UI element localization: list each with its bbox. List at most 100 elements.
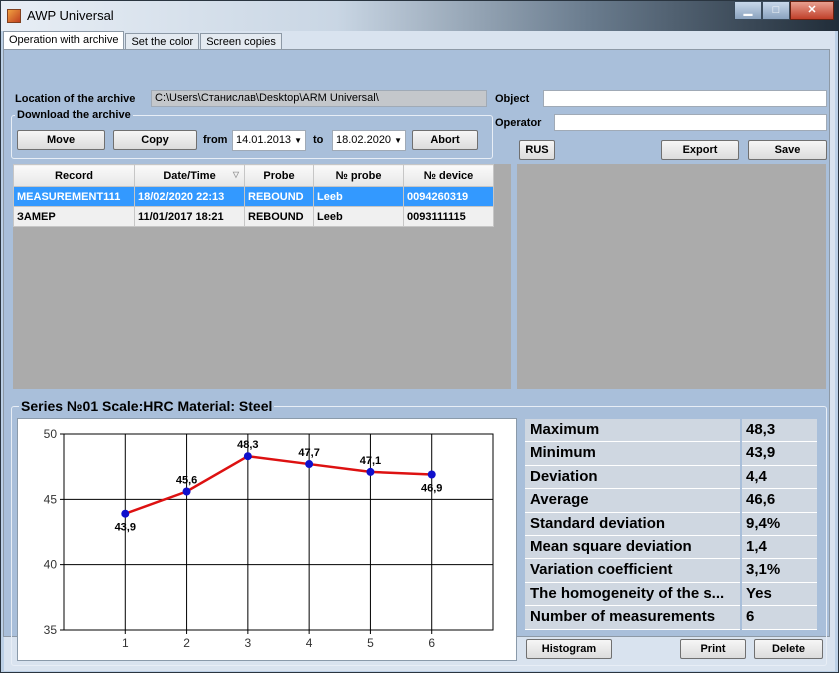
data-label: 43,9	[115, 522, 136, 534]
operator-field[interactable]	[554, 114, 827, 131]
print-button[interactable]: Print	[680, 639, 746, 659]
x-tick-label: 4	[306, 636, 313, 650]
series-title: Series №01 Scale:HRC Material: Steel	[19, 398, 275, 414]
stat-row: Standard deviation 9,4%	[525, 512, 817, 536]
data-point	[121, 509, 130, 518]
stat-row: Variation coefficient 3,1%	[525, 559, 817, 583]
stat-value: 46,6	[742, 489, 817, 513]
stat-value: 9,4%	[742, 512, 817, 536]
stat-row: Mean square deviation 1,4	[525, 535, 817, 560]
data-point	[305, 460, 314, 469]
table-row[interactable]: ЗАМЕР 11/01/2017 18:21 REBOUND Leeb 0093…	[13, 206, 494, 227]
records-grid: Record Date/Time ▽ Probe № probe № devic…	[13, 164, 511, 389]
cell-probe-number: Leeb	[313, 186, 404, 207]
stat-label: Minimum	[525, 442, 740, 466]
data-label: 45,6	[176, 474, 197, 486]
to-label: to	[313, 134, 324, 146]
cell-record: ЗАМЕР	[13, 206, 135, 227]
cell-device-number: 0094260319	[403, 186, 494, 207]
close-button[interactable]: ✕	[790, 1, 834, 20]
location-field[interactable]: C:\Users\Станислав\Desktop\ARM Universal…	[151, 90, 487, 107]
stat-label: Mean square deviation	[525, 535, 740, 560]
cell-datetime: 18/02/2020 22:13	[134, 186, 245, 207]
tab-operation-with-archive[interactable]: Operation with archive	[3, 31, 125, 50]
minimize-button[interactable]: ▁	[734, 1, 762, 20]
stat-value: 48,3	[742, 419, 817, 443]
delete-button[interactable]: Delete	[754, 639, 823, 659]
column-header-probe[interactable]: Probe	[244, 164, 314, 187]
data-point	[366, 467, 375, 476]
chevron-down-icon: ▼	[394, 136, 402, 145]
operator-label: Operator	[495, 117, 542, 129]
cell-probe: REBOUND	[244, 186, 314, 207]
maximize-button[interactable]: □	[762, 1, 790, 20]
data-label: 46,9	[421, 483, 442, 495]
column-header-device-number[interactable]: № device	[403, 164, 494, 187]
download-group-title: Download the archive	[15, 109, 133, 121]
cell-record: MEASUREMENT111	[13, 186, 135, 207]
stat-row: The homogeneity of the s... Yes	[525, 582, 817, 607]
move-button[interactable]: Move	[17, 130, 105, 150]
to-date-picker[interactable]: 18.02.2020 ▼	[332, 130, 406, 151]
sort-icon: ▽	[232, 170, 239, 179]
from-date-value: 14.01.2013	[236, 134, 292, 146]
table-row[interactable]: MEASUREMENT111 18/02/2020 22:13 REBOUND …	[13, 186, 494, 207]
column-header-record[interactable]: Record	[13, 164, 135, 187]
cell-probe-number: Leeb	[313, 206, 404, 227]
stat-value: 1,4	[742, 535, 817, 560]
records-table: Record Date/Time ▽ Probe № probe № devic…	[13, 164, 494, 227]
stat-label: Average	[525, 489, 740, 513]
series-chart: 35 40 45 50 1 2 3 4 5 6 43,9 45,6 48,3 47,7 47,1 46,9	[17, 418, 517, 661]
stat-label: Number of measurements	[525, 606, 740, 630]
column-header-datetime-label: Date/Time	[163, 169, 216, 182]
data-point	[427, 470, 436, 479]
data-point	[243, 452, 252, 461]
cell-device-number: 0093111115	[403, 206, 494, 227]
stat-value: 6	[742, 606, 817, 630]
tab-screen-copies[interactable]: Screen copies	[200, 33, 282, 50]
y-tick-label: 45	[44, 492, 58, 506]
from-label: from	[203, 134, 228, 146]
stat-value: 3,1%	[742, 559, 817, 583]
histogram-button[interactable]: Histogram	[526, 639, 612, 659]
stat-label: Standard deviation	[525, 512, 740, 536]
tab-set-the-color[interactable]: Set the color	[125, 33, 200, 50]
from-date-picker[interactable]: 14.01.2013 ▼	[232, 130, 306, 151]
y-tick-label: 35	[44, 623, 58, 637]
column-header-datetime[interactable]: Date/Time ▽	[134, 164, 245, 187]
stat-row: Maximum 48,3	[525, 419, 817, 443]
location-label: Location of the archive	[15, 93, 136, 105]
export-button[interactable]: Export	[661, 140, 739, 160]
stat-row: Minimum 43,9	[525, 442, 817, 466]
to-date-value: 18.02.2020	[336, 134, 392, 146]
statistics-table: Maximum 48,3 Minimum 43,9 Deviation 4,4 Averag…	[525, 419, 817, 630]
stat-label: Variation coefficient	[525, 559, 740, 583]
object-label: Object	[495, 93, 530, 105]
x-tick-label: 1	[122, 636, 129, 650]
y-tick-label: 40	[44, 558, 58, 572]
column-header-probe-number[interactable]: № probe	[313, 164, 404, 187]
detail-panel	[517, 164, 826, 389]
stat-row: Deviation 4,4	[525, 465, 817, 490]
title-bar: AWP Universal ▁ □ ✕	[1, 1, 839, 31]
window-title: AWP Universal	[27, 8, 114, 23]
copy-button[interactable]: Copy	[113, 130, 197, 150]
stat-label: Maximum	[525, 419, 740, 443]
app-window: AWP Universal ▁ □ ✕ Operation with archi…	[0, 0, 839, 673]
save-button[interactable]: Save	[748, 140, 827, 160]
abort-button[interactable]: Abort	[412, 130, 478, 150]
chevron-down-icon: ▼	[294, 136, 302, 145]
window-controls: ▁ □ ✕	[734, 1, 834, 21]
tab-strip: Operation with archive Set the color Scr…	[3, 31, 283, 50]
stat-label: The homogeneity of the s...	[525, 582, 740, 607]
cell-probe: REBOUND	[244, 206, 314, 227]
y-tick-label: 50	[44, 427, 58, 441]
stat-label: Deviation	[525, 465, 740, 490]
stat-row: Average 46,6	[525, 489, 817, 513]
x-tick-label: 6	[428, 636, 435, 650]
header-row: Record Date/Time ▽ Probe № probe № devic…	[13, 164, 494, 187]
data-label: 48,3	[237, 439, 258, 451]
x-tick-label: 5	[367, 636, 374, 650]
rus-button[interactable]: RUS	[519, 140, 555, 160]
object-field[interactable]	[543, 90, 827, 107]
